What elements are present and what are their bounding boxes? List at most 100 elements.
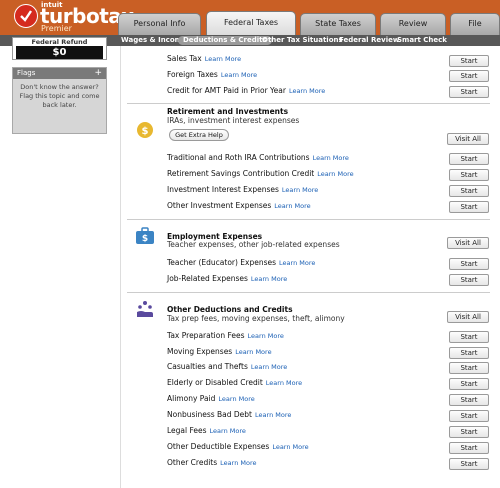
tab-review[interactable]: Review — [380, 13, 446, 35]
list-item-amt-credit: Credit for AMT Paid in Prior Year Learn M… — [167, 85, 325, 97]
start-button-ira-contributions[interactable]: Start — [449, 153, 489, 165]
start-button-moving-expenses[interactable]: Start — [449, 347, 489, 359]
start-button-foreign-taxes[interactable]: Start — [449, 70, 489, 82]
subnav-smart-check[interactable]: Smart Check — [392, 36, 452, 45]
app-header: intuit turbotax Premier Personal Info Fe… — [0, 0, 500, 35]
tab-federal-taxes[interactable]: Federal Taxes — [206, 11, 296, 35]
section-title-retirement: Retirement and Investments — [167, 107, 289, 116]
visit-all-button-employment[interactable]: Visit All — [447, 237, 489, 249]
flags-panel: Flags + Don't know the answer? Flag this… — [12, 67, 107, 134]
start-button-tax-prep-fees[interactable]: Start — [449, 331, 489, 343]
item-label: Tax Preparation Fees — [167, 331, 245, 340]
start-button-elderly-disabled-credit[interactable]: Start — [449, 378, 489, 390]
tab-state-taxes[interactable]: State Taxes — [300, 13, 376, 35]
start-button-other-credits[interactable]: Start — [449, 458, 489, 470]
piggy-bank-icon: $ — [135, 120, 155, 142]
item-label: Traditional and Roth IRA Contributions — [167, 153, 310, 162]
list-item-alimony-paid: Alimony Paid Learn More — [167, 393, 255, 405]
tab-personal-info[interactable]: Personal Info — [118, 13, 201, 35]
section-desc-other: Tax prep fees, moving expenses, theft, a… — [167, 314, 345, 323]
start-button-legal-fees[interactable]: Start — [449, 426, 489, 438]
start-button-retirement-savings-credit[interactable]: Start — [449, 169, 489, 181]
learn-more-link[interactable]: Learn More — [274, 202, 310, 210]
start-button-educator-expenses[interactable]: Start — [449, 258, 489, 270]
visit-all-button-retirement[interactable]: Visit All — [447, 133, 489, 145]
start-button-other-deductible-expenses[interactable]: Start — [449, 442, 489, 454]
learn-more-link[interactable]: Learn More — [272, 443, 308, 451]
list-item-other-credits: Other Credits Learn More — [167, 457, 257, 469]
learn-more-link[interactable]: Learn More — [317, 170, 353, 178]
item-label: Nonbusiness Bad Debt — [167, 410, 253, 419]
checkmark-icon — [14, 4, 38, 28]
item-label: Alimony Paid — [167, 394, 216, 403]
list-item-retirement-savings-credit: Retirement Savings Contribution Credit Le… — [167, 168, 354, 180]
tab-file[interactable]: File — [450, 13, 500, 35]
learn-more-link[interactable]: Learn More — [279, 259, 315, 267]
hand-coins-icon — [135, 299, 155, 321]
learn-more-link[interactable]: Learn More — [218, 395, 254, 403]
list-item-nonbusiness-bad-debt: Nonbusiness Bad Debt Learn More — [167, 409, 291, 421]
learn-more-link[interactable]: Learn More — [313, 154, 349, 162]
turbotax-logo: intuit turbotax Premier — [14, 1, 134, 33]
add-flag-button[interactable]: + — [94, 68, 102, 79]
item-label: Teacher (Educator) Expenses — [167, 258, 277, 267]
start-button-alimony-paid[interactable]: Start — [449, 394, 489, 406]
flags-help-text: Don't know the answer? Flag this topic a… — [19, 83, 100, 109]
section-divider — [127, 292, 490, 293]
learn-more-link[interactable]: Learn More — [220, 459, 256, 467]
list-item-other-investment: Other Investment Expenses Learn More — [167, 200, 311, 212]
get-extra-help-button[interactable]: Get Extra Help — [169, 129, 229, 141]
start-button-job-related-expenses[interactable]: Start — [449, 274, 489, 286]
item-label: Retirement Savings Contribution Credit — [167, 169, 315, 178]
item-label: Job-Related Expenses — [167, 274, 248, 283]
visit-all-button-other[interactable]: Visit All — [447, 311, 489, 323]
item-label: Other Deductible Expenses — [167, 442, 270, 451]
item-label: Sales Tax — [167, 54, 202, 63]
learn-more-link[interactable]: Learn More — [266, 379, 302, 387]
learn-more-link[interactable]: Learn More — [248, 332, 284, 340]
start-button-investment-interest[interactable]: Start — [449, 185, 489, 197]
start-button-other-investment[interactable]: Start — [449, 201, 489, 213]
learn-more-link[interactable]: Learn More — [251, 363, 287, 371]
learn-more-link[interactable]: Learn More — [282, 186, 318, 194]
section-desc-retirement: IRAs, investment interest expenses — [167, 116, 300, 125]
list-item-job-related-expenses: Job-Related Expenses Learn More — [167, 273, 287, 285]
item-label: Investment Interest Expenses — [167, 185, 279, 194]
list-item-other-deductible-expenses: Other Deductible Expenses Learn More — [167, 441, 309, 453]
edition-label: Premier — [41, 24, 72, 33]
svg-text:$: $ — [142, 126, 149, 137]
list-item-casualties-thefts: Casualties and Thefts Learn More — [167, 361, 287, 373]
learn-more-link[interactable]: Learn More — [221, 71, 257, 79]
item-label: Foreign Taxes — [167, 70, 218, 79]
learn-more-link[interactable]: Learn More — [255, 411, 291, 419]
item-label: Credit for AMT Paid in Prior Year — [167, 86, 286, 95]
list-item-investment-interest: Investment Interest Expenses Learn More — [167, 184, 318, 196]
svg-text:$: $ — [142, 234, 148, 244]
briefcase-icon: $ — [135, 226, 155, 248]
section-desc-employment: Teacher expenses, other job-related expe… — [167, 240, 340, 249]
learn-more-link[interactable]: Learn More — [205, 55, 241, 63]
refund-value: $0 — [16, 46, 103, 59]
item-label: Other Credits — [167, 458, 218, 467]
list-item-ira-contributions: Traditional and Roth IRA Contributions Le… — [167, 152, 349, 164]
learn-more-link[interactable]: Learn More — [210, 427, 246, 435]
learn-more-link[interactable]: Learn More — [251, 275, 287, 283]
learn-more-link[interactable]: Learn More — [235, 348, 271, 356]
list-item-educator-expenses: Teacher (Educator) Expenses Learn More — [167, 257, 315, 269]
section-title-other: Other Deductions and Credits — [167, 305, 293, 314]
item-label: Other Investment Expenses — [167, 201, 272, 210]
learn-more-link[interactable]: Learn More — [289, 87, 325, 95]
start-button-sales-tax[interactable]: Start — [449, 55, 489, 67]
start-button-casualties-thefts[interactable]: Start — [449, 362, 489, 374]
list-item-moving-expenses: Moving Expenses Learn More — [167, 346, 272, 358]
flags-title: Flags — [13, 68, 106, 79]
section-divider — [127, 219, 490, 220]
item-label: Elderly or Disabled Credit — [167, 378, 263, 387]
list-item-foreign-taxes: Foreign Taxes Learn More — [167, 69, 257, 81]
section-divider — [127, 103, 490, 104]
item-label: Moving Expenses — [167, 347, 233, 356]
start-button-nonbusiness-bad-debt[interactable]: Start — [449, 410, 489, 422]
sidebar-divider — [120, 46, 121, 488]
start-button-amt-credit[interactable]: Start — [449, 86, 489, 98]
refund-label: Federal Refund — [31, 38, 88, 46]
